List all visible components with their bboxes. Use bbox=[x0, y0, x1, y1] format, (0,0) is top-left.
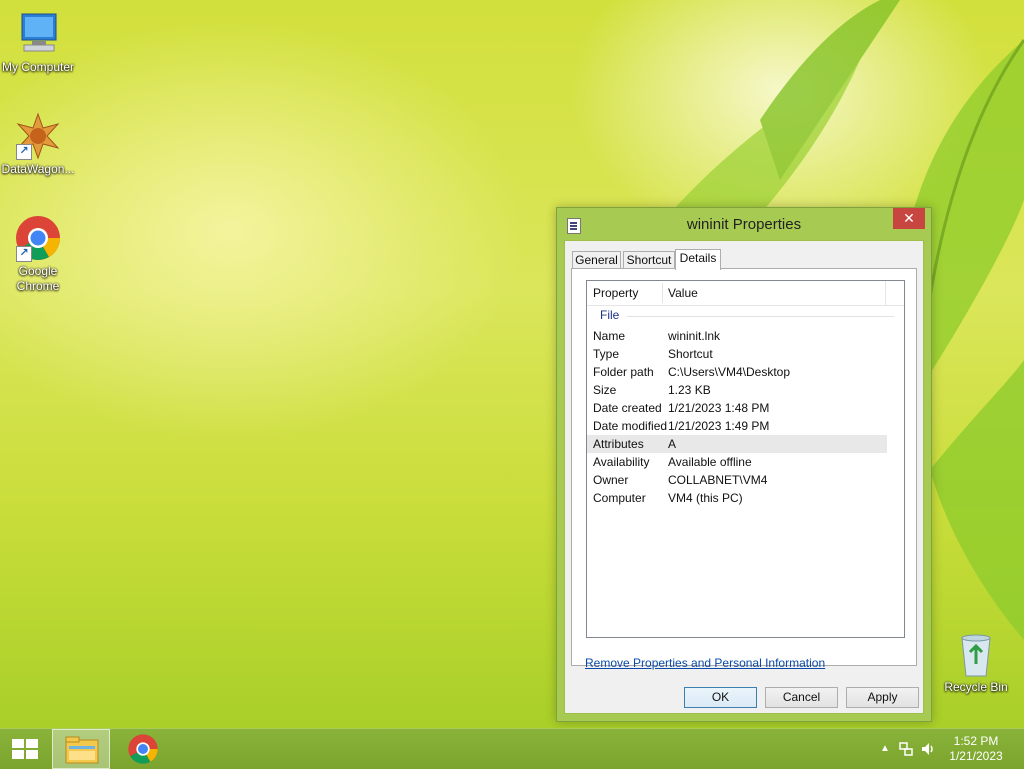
shortcut-arrow-icon: ↗ bbox=[16, 144, 32, 160]
row-property: Date modified bbox=[593, 419, 668, 433]
desktop-icon-datawagon[interactable]: ↗ DataWagon... bbox=[0, 112, 76, 177]
table-row[interactable]: Name wininit.lnk bbox=[587, 327, 887, 345]
group-divider bbox=[627, 316, 894, 317]
row-value: Available offline bbox=[668, 455, 752, 469]
apply-button[interactable]: Apply bbox=[846, 687, 919, 708]
clock-time: 1:52 PM bbox=[953, 734, 999, 748]
chrome-icon: ↗ bbox=[14, 214, 62, 262]
ok-button[interactable]: OK bbox=[684, 687, 757, 708]
table-row[interactable]: Availability Available offline bbox=[587, 453, 887, 471]
network-icon[interactable] bbox=[898, 741, 914, 757]
file-explorer-icon bbox=[65, 736, 99, 764]
property-rows: Name wininit.lnk Type Shortcut Folder path C:… bbox=[587, 327, 887, 507]
row-value: wininit.lnk bbox=[668, 329, 721, 343]
desktop-icon-recycle-bin[interactable]: Recycle Bin bbox=[938, 630, 1014, 695]
row-property: Folder path bbox=[593, 365, 654, 379]
listview-header: Property Value bbox=[587, 281, 904, 306]
group-header-file[interactable]: File bbox=[600, 308, 619, 322]
table-row[interactable]: Date modified 1/21/2023 1:49 PM bbox=[587, 417, 887, 435]
row-property: Owner bbox=[593, 473, 629, 487]
details-listview[interactable]: Property Value File Name wininit.lnk Type S… bbox=[586, 280, 905, 638]
properties-dialog: wininit Properties ✕ General Shortcut De… bbox=[556, 207, 932, 722]
header-filler bbox=[885, 281, 904, 305]
desktop-icon-google-chrome[interactable]: ↗ Google Chrome bbox=[0, 214, 76, 294]
details-panel: Property Value File Name wininit.lnk Type S… bbox=[571, 268, 917, 666]
table-row[interactable]: Folder path C:\Users\VM4\Desktop bbox=[587, 363, 887, 381]
row-property: Name bbox=[593, 329, 626, 343]
desktop-icon-label: Google Chrome bbox=[16, 264, 60, 293]
row-value: A bbox=[668, 437, 677, 451]
chrome-icon bbox=[128, 734, 158, 764]
dialog-client-area: General Shortcut Details Property Value … bbox=[564, 240, 924, 714]
row-value: COLLABNET\VM4 bbox=[668, 473, 768, 487]
show-hidden-icons-chevron[interactable]: ▲ bbox=[880, 743, 890, 754]
row-property: Size bbox=[593, 383, 617, 397]
table-row[interactable]: Size 1.23 KB bbox=[587, 381, 887, 399]
desktop: My Computer ↗ DataWagon... ↗ Google Chro… bbox=[0, 0, 1024, 728]
taskbar-google-chrome[interactable] bbox=[114, 729, 172, 769]
row-value: 1/21/2023 1:49 PM bbox=[668, 419, 770, 433]
row-property: Date created bbox=[593, 401, 662, 415]
row-value: 1/21/2023 1:48 PM bbox=[668, 401, 770, 415]
close-button[interactable]: ✕ bbox=[893, 208, 925, 229]
tab-general[interactable]: General bbox=[572, 251, 621, 269]
recycle-bin-icon bbox=[952, 630, 1000, 678]
table-row[interactable]: Attributes A bbox=[587, 435, 887, 453]
remove-properties-link[interactable]: Remove Properties and Personal Informati… bbox=[585, 656, 825, 670]
clock-date: 1/21/2023 bbox=[949, 749, 1003, 763]
row-value: VM4 (this PC) bbox=[668, 491, 743, 505]
table-row[interactable]: Type Shortcut bbox=[587, 345, 887, 363]
start-button[interactable] bbox=[0, 729, 48, 769]
row-value: C:\Users\VM4\Desktop bbox=[668, 365, 791, 379]
column-header-property[interactable]: Property bbox=[587, 281, 662, 305]
desktop-icon-label: DataWagon... bbox=[1, 162, 75, 176]
desktop-icon-my-computer[interactable]: My Computer bbox=[0, 10, 76, 75]
datawagon-icon: ↗ bbox=[14, 112, 62, 160]
table-row[interactable]: Computer VM4 (this PC) bbox=[587, 489, 887, 507]
tab-details[interactable]: Details bbox=[675, 249, 721, 270]
row-property: Availability bbox=[593, 455, 650, 469]
desktop-icon-label: My Computer bbox=[1, 60, 75, 74]
taskbar: ▲ 1:52 PM 1/21/2023 bbox=[0, 728, 1024, 769]
desktop-icon-label: Recycle Bin bbox=[944, 680, 1008, 694]
taskbar-clock[interactable]: 1:52 PM 1/21/2023 bbox=[944, 734, 1008, 764]
row-property: Attributes bbox=[593, 437, 644, 451]
row-value: 1.23 KB bbox=[668, 383, 711, 397]
my-computer-icon bbox=[14, 10, 62, 58]
row-property: Computer bbox=[593, 491, 646, 505]
windows-logo-icon bbox=[12, 739, 38, 759]
table-row[interactable]: Owner COLLABNET\VM4 bbox=[587, 471, 887, 489]
dialog-title: wininit Properties bbox=[686, 216, 802, 233]
row-value: Shortcut bbox=[668, 347, 713, 361]
tab-shortcut[interactable]: Shortcut bbox=[623, 251, 675, 269]
cancel-button[interactable]: Cancel bbox=[765, 687, 838, 708]
volume-icon[interactable] bbox=[920, 741, 936, 757]
dialog-titlebar[interactable]: wininit Properties ✕ bbox=[557, 208, 931, 240]
system-tray: ▲ 1:52 PM 1/21/2023 bbox=[864, 729, 1024, 769]
row-property: Type bbox=[593, 347, 620, 361]
taskbar-file-explorer[interactable] bbox=[52, 729, 110, 769]
shortcut-arrow-icon: ↗ bbox=[16, 246, 32, 262]
table-row[interactable]: Date created 1/21/2023 1:48 PM bbox=[587, 399, 887, 417]
column-header-value[interactable]: Value bbox=[662, 281, 884, 305]
